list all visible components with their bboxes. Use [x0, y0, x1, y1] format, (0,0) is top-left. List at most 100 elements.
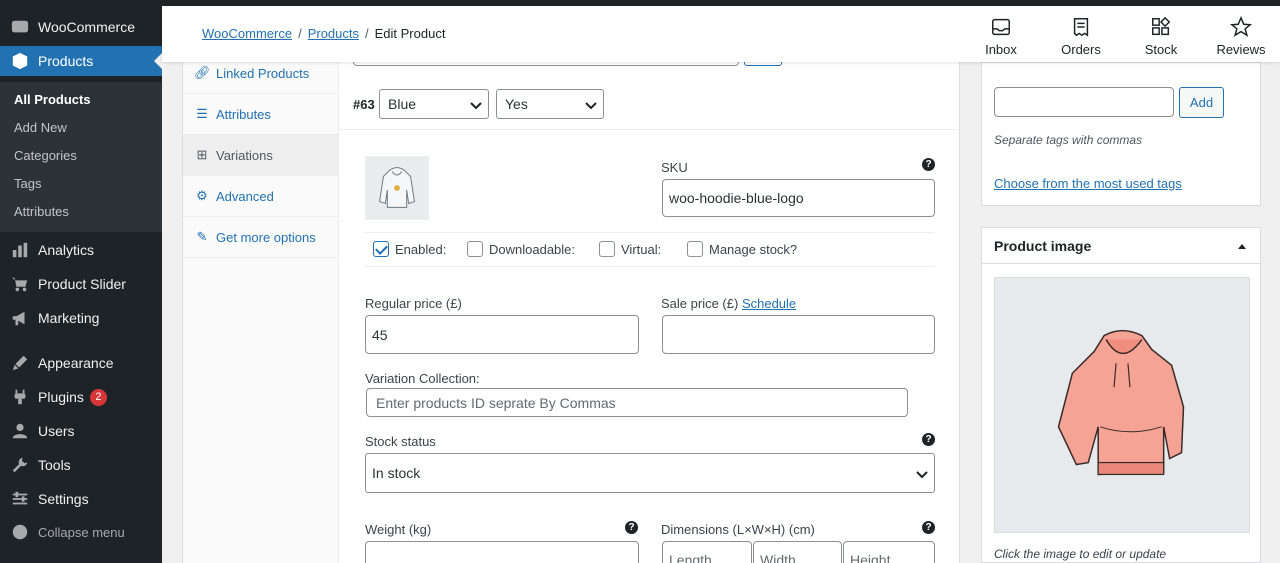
inbox-button[interactable]: Inbox: [971, 16, 1031, 57]
stock-label: Stock: [1144, 42, 1178, 57]
submenu-all-products[interactable]: All Products: [14, 92, 91, 107]
length-placeholder: Length: [669, 552, 712, 563]
checkbox-box: [373, 241, 389, 257]
variation-collection-label: Variation Collection:: [365, 371, 480, 386]
help-icon[interactable]: ?: [922, 433, 935, 446]
tab-label: Linked Products: [216, 65, 310, 81]
breadcrumb-products[interactable]: Products: [308, 26, 359, 41]
menu-woocommerce[interactable]: WooCommerce: [0, 14, 162, 40]
menu-label: WooCommerce: [38, 19, 135, 35]
variation-image[interactable]: [365, 156, 429, 220]
product-image-box: Product image Click the image to edit or…: [981, 227, 1261, 563]
variation-collection-input[interactable]: Enter products ID seprate By Commas: [366, 388, 908, 417]
sku-input[interactable]: woo-hoodie-blue-logo: [662, 179, 935, 217]
gear-icon: ⚙: [196, 188, 208, 203]
height-placeholder: Height: [850, 552, 891, 563]
submenu-attributes[interactable]: Attributes: [14, 204, 69, 219]
stock-status-select[interactable]: In stock: [365, 453, 935, 493]
manage-stock-checkbox[interactable]: Manage stock?: [687, 241, 797, 257]
breadcrumb-woocommerce[interactable]: WooCommerce: [202, 26, 292, 41]
checkbox-box: [687, 241, 703, 257]
width-placeholder: Width: [760, 552, 796, 563]
submenu-categories[interactable]: Categories: [14, 148, 77, 163]
orders-icon: [1073, 18, 1089, 37]
star-icon: [1230, 16, 1252, 37]
brush-icon: [10, 353, 30, 373]
collapse-caret-icon[interactable]: [1238, 244, 1246, 249]
menu-marketing[interactable]: Marketing: [0, 306, 162, 330]
weight-label: Weight (kg): [365, 522, 432, 537]
tab-label: Advanced: [216, 188, 274, 204]
reviews-button[interactable]: Reviews: [1211, 16, 1271, 57]
regular-price-input[interactable]: 45: [365, 315, 639, 354]
products-submenu: All Products Add New Categories Tags Att…: [0, 82, 162, 232]
help-icon[interactable]: ?: [625, 521, 638, 534]
tab-advanced[interactable]: ⚙ Advanced: [183, 176, 338, 217]
width-input[interactable]: Width: [753, 541, 842, 563]
chevron-down-icon: [470, 98, 482, 110]
downloadable-checkbox[interactable]: Downloadable:: [467, 241, 575, 257]
products-icon: [10, 51, 30, 71]
submenu-tags[interactable]: Tags: [14, 176, 41, 191]
product-image[interactable]: [994, 277, 1250, 533]
help-icon[interactable]: ?: [922, 158, 935, 171]
tab-get-more-options[interactable]: ✎ Get more options: [183, 217, 338, 258]
help-icon[interactable]: ?: [922, 521, 935, 534]
checkbox-box: [599, 241, 615, 257]
menu-users[interactable]: Users: [0, 419, 162, 443]
attribute-logo-select[interactable]: Yes: [496, 89, 604, 119]
enabled-checkbox[interactable]: Enabled:: [373, 241, 446, 257]
new-tag-input[interactable]: [994, 87, 1174, 117]
link-icon: 🔗︎: [194, 65, 211, 80]
select-value: In stock: [372, 465, 421, 481]
orders-label: Orders: [1061, 42, 1101, 57]
tab-attributes[interactable]: ☰ Attributes: [183, 94, 338, 135]
regular-price-value: 45: [372, 326, 388, 343]
schedule-link[interactable]: Schedule: [742, 296, 796, 311]
variations-content: #63 Blue Yes SKU ? woo-hoodie-blue-logo …: [339, 56, 960, 563]
collapse-icon: [10, 522, 30, 542]
collection-placeholder: Enter products ID seprate By Commas: [376, 394, 616, 411]
dimensions-label: Dimensions (L×W×H) (cm): [661, 522, 815, 537]
add-tag-button[interactable]: Add: [1179, 87, 1224, 118]
menu-label: Tools: [38, 457, 71, 473]
collapse-menu-button[interactable]: Collapse menu: [0, 520, 162, 544]
chevron-down-icon: [585, 98, 597, 110]
menu-tools[interactable]: Tools: [0, 453, 162, 477]
menu-appearance[interactable]: Appearance: [0, 351, 162, 375]
menu-product-slider[interactable]: Product Slider: [0, 272, 162, 296]
admin-menu: WooCommerce Products All Products Add Ne…: [0, 6, 162, 563]
woocommerce-icon: [10, 17, 30, 37]
choose-most-used-tags-link[interactable]: Choose from the most used tags: [994, 176, 1182, 191]
menu-label: Users: [38, 423, 75, 439]
plug-icon: [10, 387, 30, 407]
product-image-title[interactable]: Product image: [982, 228, 1260, 264]
woocommerce-header: WooCommerce / Products / Edit Product Inbox …: [162, 6, 1280, 62]
tab-variations[interactable]: ⊞ Variations: [183, 135, 338, 176]
chevron-down-icon: [916, 467, 928, 479]
breadcrumb-separator: /: [365, 26, 369, 41]
checkbox-label: Downloadable:: [489, 241, 576, 257]
attribute-color-select[interactable]: Blue: [379, 89, 489, 119]
user-icon: [10, 421, 30, 441]
breadcrumb: WooCommerce / Products / Edit Product: [202, 26, 445, 41]
length-input[interactable]: Length: [662, 541, 752, 563]
stock-button[interactable]: Stock: [1131, 16, 1191, 57]
product-data-tabs: 🔗︎ Linked Products ☰ Attributes ⊞ Variation…: [183, 62, 339, 563]
tab-label: Variations: [216, 147, 273, 163]
menu-products[interactable]: Products: [0, 46, 162, 76]
weight-input[interactable]: [365, 541, 639, 563]
box-title-text: Product image: [994, 237, 1092, 254]
menu-plugins[interactable]: Plugins 2: [0, 385, 162, 409]
orders-button[interactable]: Orders: [1051, 16, 1111, 57]
analytics-icon: [10, 240, 30, 260]
menu-settings[interactable]: Settings: [0, 487, 162, 511]
submenu-add-new[interactable]: Add New: [14, 120, 67, 135]
menu-label: Products: [38, 53, 94, 69]
sale-price-input[interactable]: [662, 315, 935, 354]
menu-analytics[interactable]: Analytics: [0, 238, 162, 262]
virtual-checkbox[interactable]: Virtual:: [599, 241, 661, 257]
height-input[interactable]: Height: [843, 541, 935, 563]
checkbox-label: Enabled:: [395, 241, 447, 257]
menu-label: Collapse menu: [38, 524, 125, 540]
